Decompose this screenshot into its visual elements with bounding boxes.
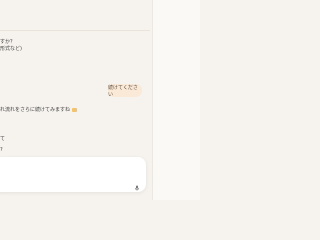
user-message-bubble: 続けてください	[108, 84, 142, 98]
microphone-icon[interactable]	[134, 176, 140, 191]
assistant-message-line: 形式など)	[0, 46, 22, 52]
chat-pane: すか？ 形式など) 続けてください れ流れをさらに続けてみますね て ?	[0, 0, 150, 200]
assistant-message-line: て	[0, 136, 6, 142]
assistant-message-line: ?	[0, 147, 3, 153]
assistant-message-line: すか？	[0, 39, 16, 45]
divider	[0, 30, 150, 31]
assistant-message-text: れ流れをさらに続けてみますね	[0, 107, 71, 113]
message-composer[interactable]	[0, 157, 146, 192]
chat-app: すか？ 形式など) 続けてください れ流れをさらに続けてみますね て ?	[0, 0, 200, 200]
assistant-message-line: れ流れをさらに続けてみますね	[0, 107, 78, 113]
emoji-icon	[72, 107, 78, 112]
user-message-text: 続けてください	[108, 84, 138, 98]
composer-input[interactable]	[4, 165, 124, 175]
right-panel	[152, 0, 200, 200]
